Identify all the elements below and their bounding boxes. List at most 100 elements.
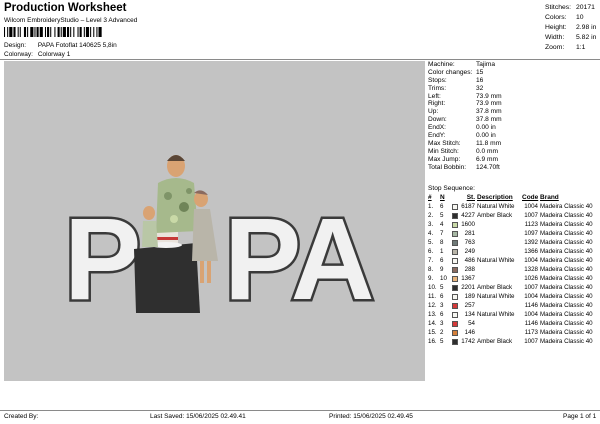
stat-value: 10 xyxy=(576,14,584,21)
stop-sequence-title: Stop Sequence: xyxy=(428,185,475,192)
info-label: Right: xyxy=(428,100,446,108)
row-code: 1392 xyxy=(524,239,538,246)
row-description xyxy=(476,238,522,247)
row-description xyxy=(476,247,522,256)
printed-date: Printed: 15/06/2025 02.49.45 xyxy=(329,413,413,420)
row-needle: 9 xyxy=(440,266,444,273)
row-code: 1026 xyxy=(524,275,538,282)
header-divider xyxy=(0,59,600,60)
row-number: 9. xyxy=(428,275,434,282)
stop-sequence-header: # N St. Description Code Brand xyxy=(428,194,598,201)
row-stitches: 257 xyxy=(464,302,475,309)
row-needle: 5 xyxy=(440,284,444,291)
stop-sequence-row: 16. 5 1742 Amber Black 1007 Madeira Classic 4… xyxy=(428,337,598,346)
row-number: 2. xyxy=(428,212,434,219)
camo-spot xyxy=(170,215,178,223)
color-swatch xyxy=(452,247,460,256)
row-brand: Madeira Classic 40 xyxy=(540,311,593,318)
color-swatch xyxy=(452,310,460,319)
color-swatch xyxy=(452,292,460,301)
row-code: 1328 xyxy=(524,266,538,273)
color-swatch xyxy=(452,283,460,292)
stat-stitches: Stitches: 20171 xyxy=(545,3,596,13)
child-right-dress xyxy=(192,209,218,261)
row-brand: Madeira Classic 40 xyxy=(540,203,593,210)
row-needle: 5 xyxy=(440,338,444,345)
machine-info-row: Total Bobbin: 124.70ft xyxy=(428,164,596,172)
row-needle: 3 xyxy=(440,302,444,309)
row-stitches: 54 xyxy=(468,320,475,327)
stat-colors: Colors: 10 xyxy=(545,13,596,23)
header-swatch xyxy=(452,194,460,201)
row-needle: 6 xyxy=(440,203,444,210)
family-figures xyxy=(134,155,218,313)
row-needle: 5 xyxy=(440,212,444,219)
design-label: Design: xyxy=(4,42,27,49)
info-value: 0.00 in xyxy=(476,124,496,132)
row-code: 1004 xyxy=(524,311,538,318)
row-description: Natural White xyxy=(477,203,515,210)
barcode xyxy=(4,27,102,37)
row-brand: Madeira Classic 40 xyxy=(540,338,593,345)
stat-label: Zoom: xyxy=(545,44,565,51)
row-brand: Madeira Classic 40 xyxy=(540,293,593,300)
software-subtitle: Wilcom EmbroideryStudio – Level 3 Advanc… xyxy=(4,17,138,24)
stop-sequence-row: 2. 5 4227 Amber Black 1007 Madeira Classic 40 xyxy=(428,211,598,220)
thread-color-swatch xyxy=(452,293,458,300)
row-number: 6. xyxy=(428,248,434,255)
row-stitches: 1367 xyxy=(461,275,475,282)
stat-value: 5.82 in xyxy=(576,34,597,41)
machine-info-row: Stops: 16 xyxy=(428,77,596,85)
info-value: 16 xyxy=(476,76,484,84)
header-stitches: St. xyxy=(466,194,475,201)
stat-value: 2.98 in xyxy=(576,24,597,31)
info-label: Stops: xyxy=(428,76,447,84)
row-needle: 6 xyxy=(440,311,444,318)
row-code: 1004 xyxy=(524,203,538,210)
created-by: Created By: xyxy=(4,413,39,420)
father-shirt xyxy=(156,178,198,233)
header-brand: Brand xyxy=(540,194,559,201)
row-stitches: 4227 xyxy=(461,212,475,219)
row-brand: Madeira Classic 40 xyxy=(540,284,593,291)
row-code: 1366 xyxy=(524,248,538,255)
row-brand: Madeira Classic 40 xyxy=(540,212,593,219)
thread-color-swatch xyxy=(452,275,458,282)
row-stitches: 189 xyxy=(464,293,475,300)
thread-color-swatch xyxy=(452,302,458,309)
row-number: 1. xyxy=(428,203,434,210)
row-needle: 3 xyxy=(440,320,444,327)
row-description: Natural White xyxy=(477,293,515,300)
thread-color-swatch xyxy=(452,284,458,291)
machine-info-row: Max Jump: 6.9 mm xyxy=(428,156,596,164)
row-description xyxy=(476,328,522,337)
child-right-leg xyxy=(207,261,211,283)
page-title: Production Worksheet xyxy=(4,2,127,14)
row-description: Amber Black xyxy=(477,212,513,219)
row-brand: Madeira Classic 40 xyxy=(540,239,593,246)
row-number: 10. xyxy=(428,284,437,291)
cake-stripe xyxy=(154,237,178,240)
row-stitches: 6187 xyxy=(461,203,475,210)
info-value: 73.9 mm xyxy=(476,92,502,100)
machine-info-row: Trims: 32 xyxy=(428,85,596,93)
thread-color-swatch xyxy=(452,329,458,336)
info-label: Machine: xyxy=(428,61,455,68)
row-needle: 1 xyxy=(440,248,444,255)
row-code: 1173 xyxy=(524,329,538,336)
embroidery-design: P PA xyxy=(62,155,377,327)
row-brand: Madeira Classic 40 xyxy=(540,329,593,336)
row-brand: Madeira Classic 40 xyxy=(540,221,593,228)
machine-info-panel: Machine: Tajima Color changes: 15 Stops: 16 Tr… xyxy=(428,61,596,171)
row-stitches: 486 xyxy=(464,257,475,264)
row-stitches: 1742 xyxy=(461,338,475,345)
row-number: 7. xyxy=(428,257,434,264)
page-number: Page 1 of 1 xyxy=(563,413,597,420)
thread-color-swatch xyxy=(452,338,458,345)
color-swatch xyxy=(452,256,460,265)
stop-sequence-row: 3. 4 1600 1123 Madeira Classic 40 xyxy=(428,220,598,229)
colorway-label: Colorway: xyxy=(4,51,33,58)
info-label: Max Stitch: xyxy=(428,139,461,147)
info-value: 37.8 mm xyxy=(476,116,502,124)
stat-label: Width: xyxy=(545,34,565,41)
